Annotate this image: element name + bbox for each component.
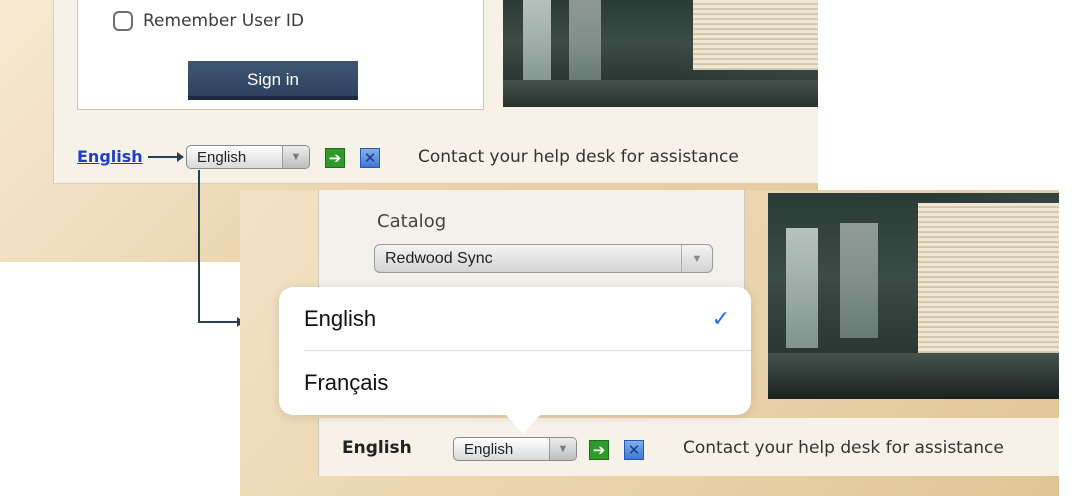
chevron-down-icon[interactable]: ▼ [282, 146, 309, 168]
remember-checkbox[interactable] [113, 11, 133, 31]
checkmark-icon: ✓ [711, 305, 731, 331]
remember-label: Remember User ID [143, 11, 304, 31]
language-option-english[interactable]: English ✓ [279, 287, 751, 350]
go-arrow-icon[interactable]: ➔ [589, 440, 609, 460]
language-option-francais[interactable]: Français [279, 351, 751, 414]
catalog-select-value: Redwood Sync [385, 249, 493, 267]
catalog-select[interactable]: Redwood Sync ▼ [374, 244, 713, 273]
help-contact-text: Contact your help desk for assistance [683, 438, 1004, 458]
connector-arrow-icon [198, 317, 244, 327]
language-select[interactable]: English ▼ [186, 145, 310, 169]
chevron-down-icon[interactable]: ▼ [549, 438, 576, 460]
arrow-icon [148, 152, 184, 162]
help-contact-text: Contact your help desk for assistance [418, 147, 739, 167]
catalog-label: Catalog [377, 211, 447, 232]
option-label: Français [304, 369, 389, 395]
language-popover: English ✓ Français [279, 287, 751, 415]
close-icon[interactable]: ✕ [624, 440, 644, 460]
language-select-value: English [464, 440, 514, 458]
close-icon[interactable]: ✕ [360, 148, 380, 168]
chevron-down-icon[interactable]: ▼ [681, 245, 712, 272]
option-label: English [304, 305, 377, 331]
language-link[interactable]: English [77, 147, 143, 166]
go-arrow-icon[interactable]: ➔ [325, 148, 345, 168]
remember-user-id[interactable]: Remember User ID [113, 8, 304, 34]
popover-tail [505, 414, 541, 434]
office-photo-top [503, 0, 818, 107]
language-select[interactable]: English ▼ [453, 437, 577, 461]
language-select-value: English [197, 148, 247, 166]
sign-in-button[interactable]: Sign in [188, 61, 358, 100]
language-label: English [342, 438, 412, 458]
office-photo-bottom [768, 193, 1059, 399]
connector-line [198, 170, 200, 322]
